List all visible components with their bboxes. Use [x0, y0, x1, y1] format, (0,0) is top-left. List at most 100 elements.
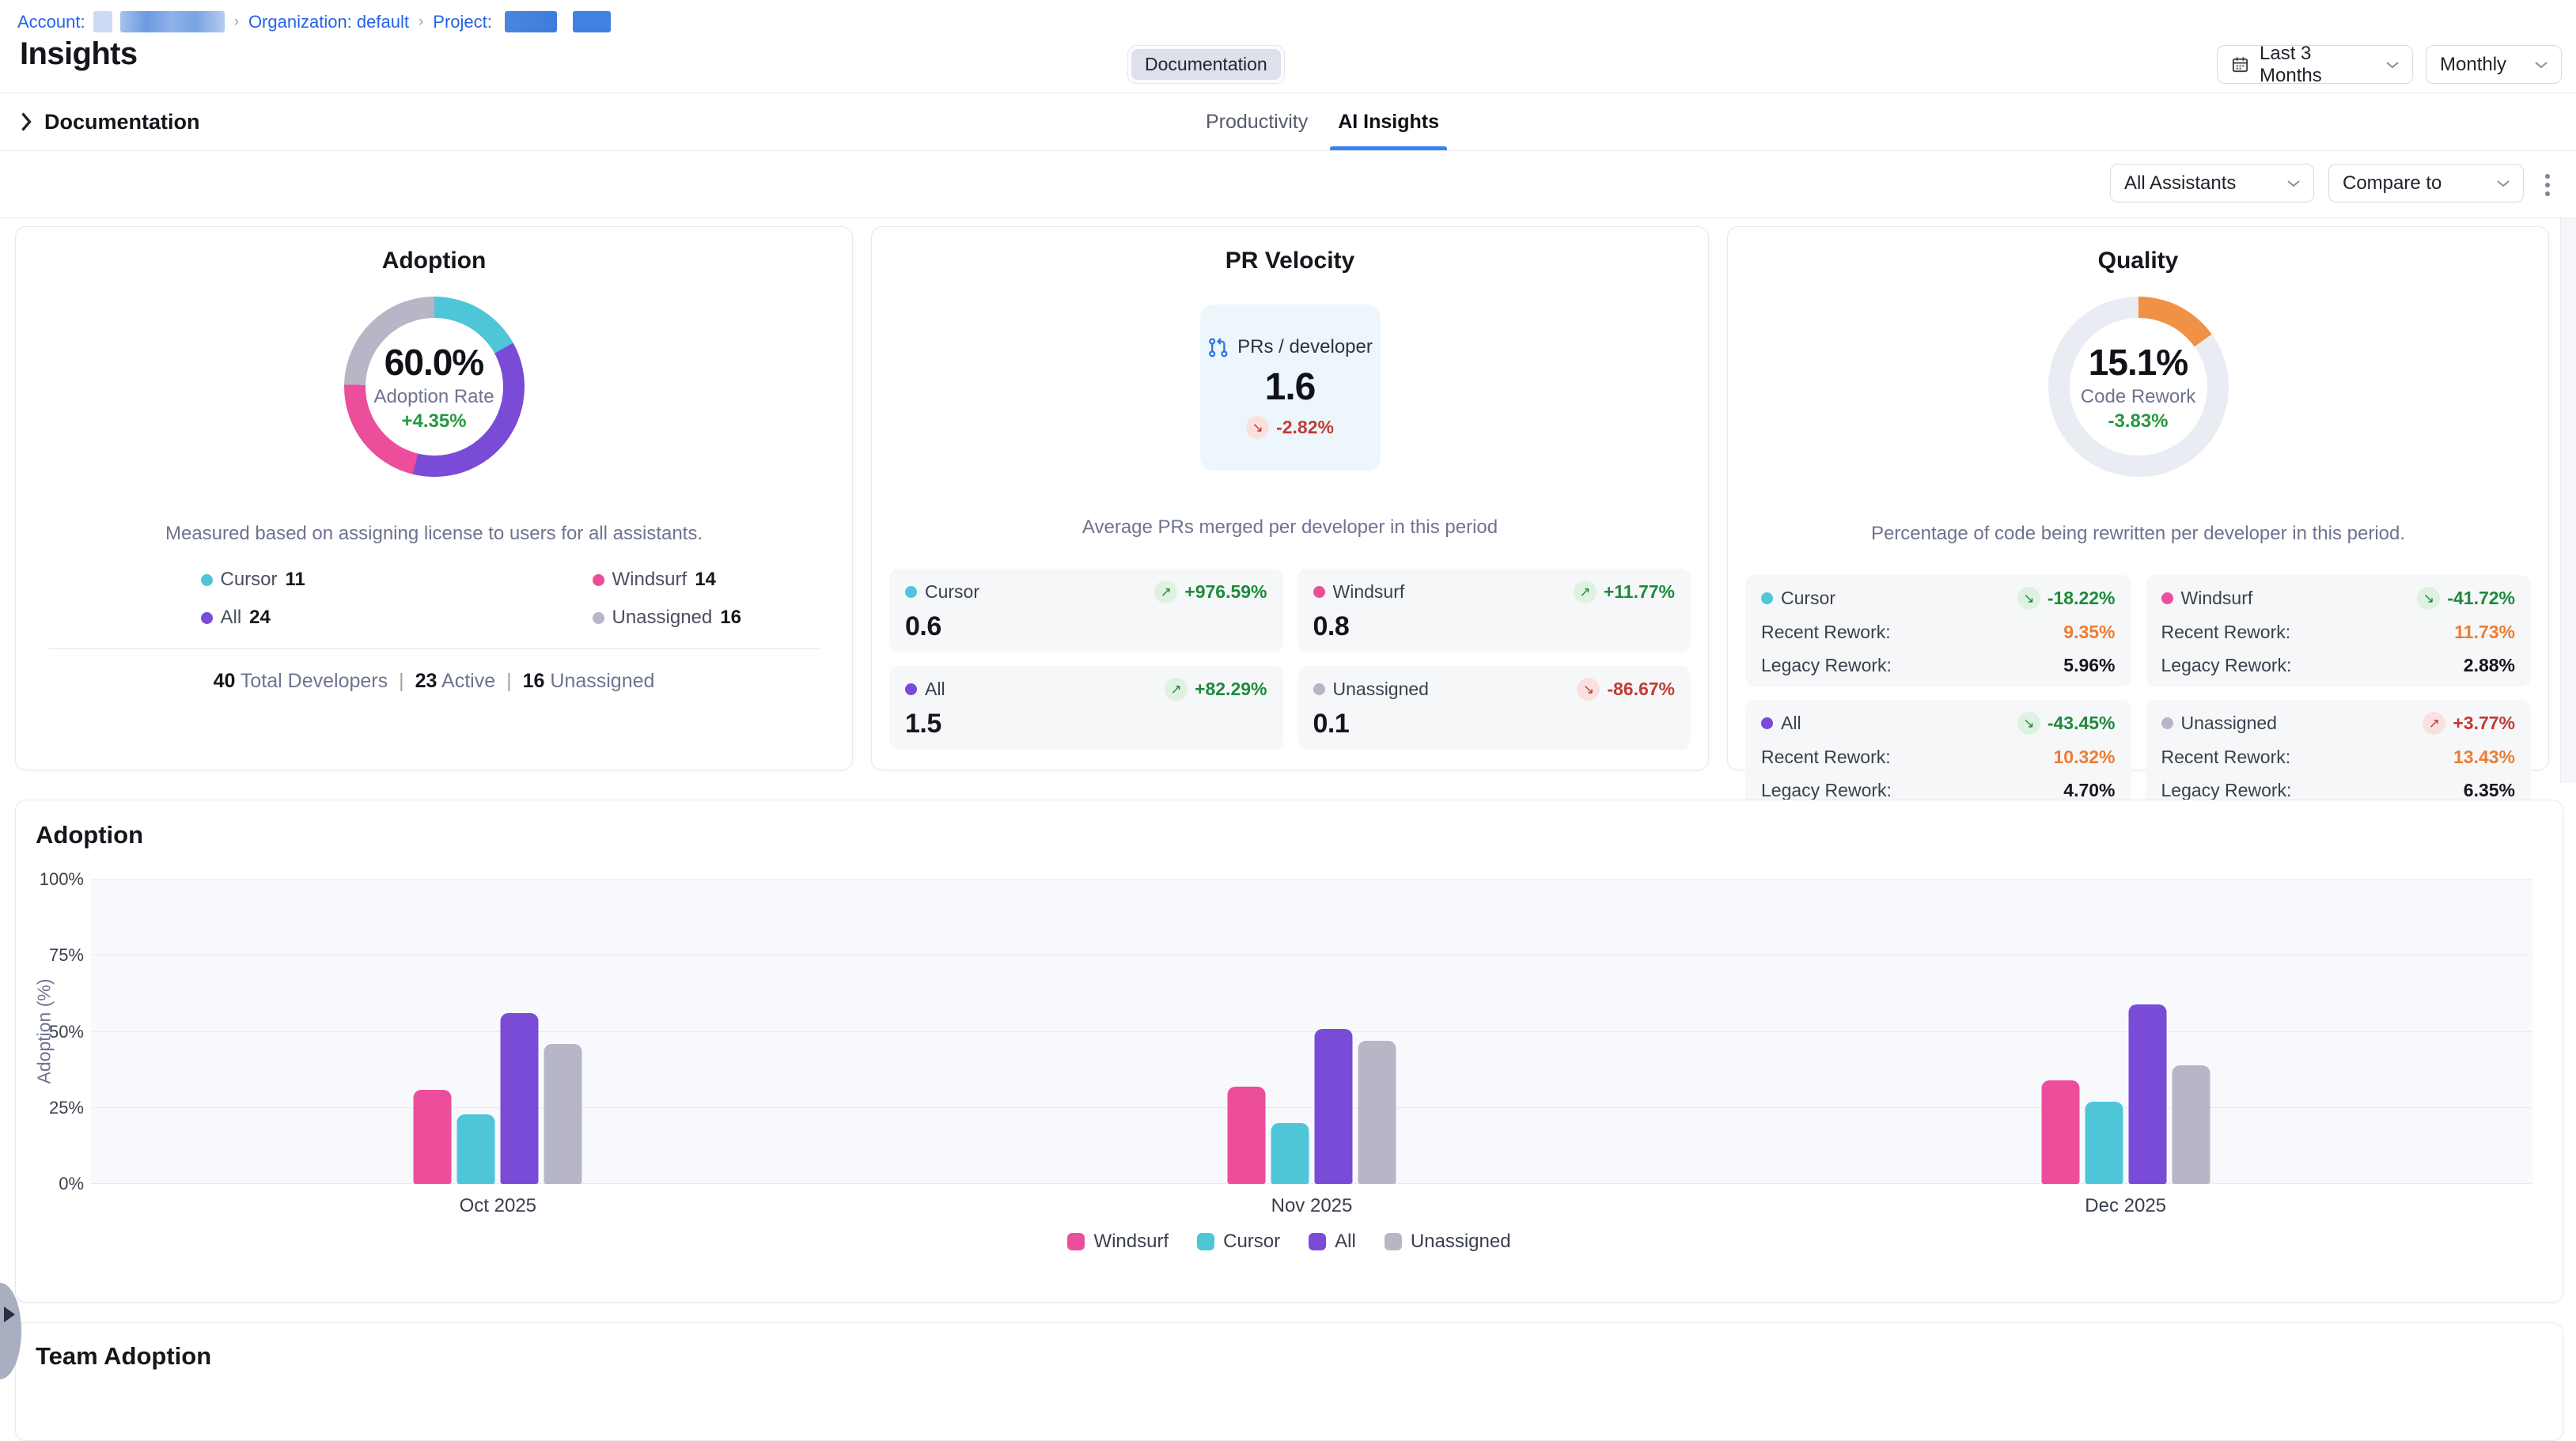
tab-ai-insights[interactable]: AI Insights — [1338, 93, 1439, 150]
assistant-name: Unassigned — [2181, 713, 2277, 734]
legend-swatch — [1067, 1233, 1085, 1250]
breadcrumb-separator: › — [419, 13, 423, 31]
footer-stat-label: Total Developers — [241, 670, 388, 692]
footer-stat-label: Active — [441, 670, 495, 692]
code-rework-label: Code Rework — [2081, 386, 2195, 408]
compare-to-select[interactable]: Compare to — [2328, 164, 2524, 202]
legacy-rework-row: Legacy Rework:5.96% — [1761, 655, 2116, 676]
pr-tile-cursor: Cursor ↗+976.59% 0.6 — [889, 569, 1283, 652]
assistants-select[interactable]: All Assistants — [2110, 164, 2314, 202]
pr-velocity-tiles: Cursor ↗+976.59% 0.6 Windsurf↗+11.77%0.8 All… — [889, 569, 1691, 750]
legend-count: 11 — [286, 569, 305, 591]
chevron-down-icon — [2535, 61, 2548, 69]
breadcrumb-account-link[interactable]: Account: — [17, 12, 85, 32]
trend-up-icon: ↗ — [2423, 712, 2445, 735]
granularity-select[interactable]: Monthly — [2426, 45, 2562, 84]
quality-tile-all: All↘-43.45%Recent Rework:10.32%Legacy Re… — [1745, 700, 2131, 811]
header-controls: Last 3 Months Monthly — [2217, 45, 2562, 84]
breadcrumb: Account: › Organization: default › Proje… — [17, 11, 611, 32]
app-header: Account: › Organization: default › Proje… — [0, 0, 2576, 93]
tile-assistant: Cursor — [1761, 588, 1835, 609]
tile-value: 0.6 — [905, 611, 1267, 642]
filter-bar: All Assistants Compare to — [0, 151, 2576, 218]
trend-down-icon: ↘ — [2417, 587, 2440, 610]
legend-series-name: Cursor — [1223, 1231, 1280, 1253]
breadcrumb-project-link[interactable]: Project: — [433, 12, 492, 32]
recent-rework-row: Recent Rework:9.35% — [1761, 622, 2116, 643]
tile-header: Unassigned↘-86.67% — [1313, 678, 1676, 701]
trend-up-icon: ↗ — [1165, 678, 1188, 701]
assistant-name: Windsurf — [2181, 588, 2253, 609]
filter-controls: All Assistants Compare to — [2110, 164, 2524, 202]
kebab-menu-icon[interactable] — [2532, 167, 2563, 203]
legend-dot — [593, 574, 604, 586]
redacted-project-block — [573, 11, 611, 32]
legacy-rework-value: 5.96% — [2063, 655, 2115, 676]
tile-assistant: Unassigned — [2161, 713, 2277, 734]
adoption-legend-item: Cursor11 — [43, 569, 434, 591]
tab-productivity[interactable]: Productivity — [1206, 93, 1308, 150]
assistant-name: Cursor — [925, 581, 979, 603]
assistant-dot — [2161, 717, 2173, 729]
tile-header: All↗+82.29% — [905, 678, 1267, 701]
redacted-account-block — [93, 11, 112, 32]
chevron-down-icon — [2497, 180, 2510, 187]
pr-tile-windsurf: Windsurf↗+11.77%0.8 — [1297, 569, 1691, 652]
bar-all — [501, 1013, 539, 1184]
bar-unassigned — [2172, 1065, 2210, 1184]
quality-tile-unassigned: Unassigned↗+3.77%Recent Rework:13.43%Leg… — [2146, 700, 2532, 811]
x-axis-label: Dec 2025 — [2085, 1195, 2166, 1217]
trend-delta: +3.77% — [2453, 713, 2515, 734]
pr-tile-unassigned: Unassigned↘-86.67%0.1 — [1297, 666, 1691, 750]
bar-windsurf — [414, 1090, 452, 1184]
date-range-select[interactable]: Last 3 Months — [2217, 45, 2413, 84]
pr-velocity-metric-box: PRs / developer 1.6 ↘ -2.82% — [1200, 304, 1381, 471]
tile-value: 1.5 — [905, 709, 1267, 739]
quality-gauge-center: 15.1% Code Rework -3.83% — [2048, 297, 2229, 477]
legacy-rework-value: 2.88% — [2464, 655, 2515, 676]
trend-down-icon: ↘ — [2017, 712, 2040, 735]
trend-delta: +11.77% — [1604, 581, 1675, 603]
adoption-footer-stats: 40 Total Developers|23 Active|16 Unassig… — [48, 648, 820, 693]
bar-chart-plot-area — [91, 879, 2532, 1184]
footer-stat-value: 40 — [214, 670, 236, 692]
date-range-value: Last 3 Months — [2260, 43, 2376, 87]
breadcrumb-organization-link[interactable]: Organization: default — [248, 12, 409, 32]
legend-label: Unassigned — [612, 607, 713, 629]
tile-assistant: Cursor — [905, 581, 979, 603]
assistant-dot — [905, 683, 917, 695]
section-toggle-documentation[interactable]: Documentation — [20, 93, 200, 150]
adoption-chart-card: Adoption Adoption (%) 0%25%50%75%100% Oc… — [15, 800, 2563, 1303]
recent-rework-value: 13.43% — [2453, 747, 2515, 768]
subnav-bar: Documentation Productivity AI Insights — [0, 93, 2576, 151]
redacted-project-block — [505, 11, 557, 32]
footer-stat-value: 16 — [523, 670, 545, 692]
recent-rework-row: Recent Rework:13.43% — [2161, 747, 2516, 768]
adoption-chart-title: Adoption — [36, 821, 143, 849]
legend-count: 14 — [695, 569, 716, 591]
trend-badge: ↘-18.22% — [2017, 587, 2116, 610]
team-adoption-title: Team Adoption — [36, 1342, 211, 1371]
chevron-right-icon — [20, 112, 32, 131]
assistant-dot — [1313, 586, 1325, 598]
pr-metric-value: 1.6 — [1265, 365, 1316, 409]
pr-velocity-card: PR Velocity PRs / developer 1.6 ↘ -2.82%… — [871, 226, 1709, 770]
adoption-legend: Cursor11Windsurf14All24Unassigned16 — [43, 569, 826, 629]
tile-assistant: All — [1761, 713, 1801, 734]
recent-rework-value: 11.73% — [2454, 622, 2515, 643]
tile-header: Cursor ↗+976.59% — [905, 581, 1267, 603]
assistant-name: Unassigned — [1333, 679, 1429, 700]
footer-separator: | — [506, 670, 512, 692]
calendar-icon — [2231, 55, 2249, 74]
scrollbar-track[interactable] — [2560, 218, 2576, 783]
chart-legend-item: Windsurf — [1067, 1231, 1169, 1253]
compare-to-value: Compare to — [2343, 172, 2487, 195]
documentation-segment-button[interactable]: Documentation — [1127, 45, 1285, 84]
trend-badge: ↗ +3.77% — [2423, 712, 2515, 735]
tile-assistant: Windsurf — [2161, 588, 2253, 609]
adoption-rate-delta: +4.35% — [401, 410, 466, 433]
trend-badge: ↗+976.59% — [1154, 581, 1267, 603]
legacy-rework-value: 4.70% — [2063, 780, 2115, 801]
granularity-value: Monthly — [2440, 54, 2525, 76]
chart-legend-item: Cursor — [1197, 1231, 1280, 1253]
